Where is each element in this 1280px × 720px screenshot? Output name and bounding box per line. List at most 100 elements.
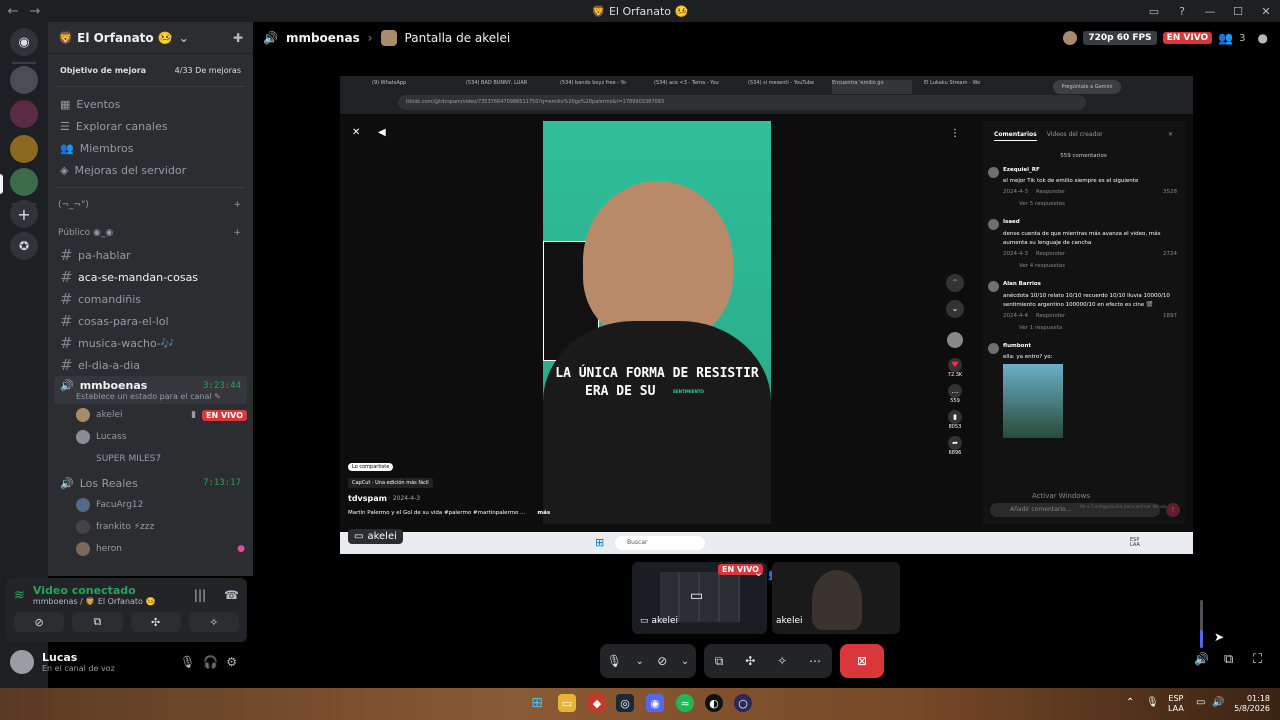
direct-messages-icon[interactable]: ◉ (10, 28, 38, 56)
clock-time[interactable]: 01:18 (1232, 694, 1270, 704)
signal-icon[interactable]: ≋ (14, 588, 25, 603)
microphone-icon[interactable]: 🎙 (180, 655, 195, 669)
search-box: Buscar (615, 536, 705, 550)
help-icon[interactable]: ? (1168, 5, 1196, 18)
activities-icon[interactable]: ✣ (745, 654, 755, 668)
server-icon[interactable] (10, 168, 38, 196)
channel-pa-hablar[interactable]: # pa-hablar (48, 244, 253, 266)
share-screen-icon[interactable]: ⧉ (715, 654, 724, 669)
tab-creator-videos: Videos del creador (1046, 131, 1103, 138)
camera-off-icon[interactable]: ⊘ (657, 654, 667, 668)
speaker-icon: 🔊 (60, 476, 74, 490)
speaker-icon[interactable]: 🔊 (1212, 697, 1224, 708)
close-icon: ✕ (1167, 131, 1173, 138)
add-channel-icon[interactable]: + (233, 200, 241, 210)
discord-icon[interactable]: ◉ (646, 694, 664, 712)
voice-user[interactable]: heron ● (48, 538, 253, 560)
participant-tile[interactable]: ▭ ▭ akelei EN VIVO (632, 562, 767, 634)
server-folder-icon[interactable] (10, 66, 38, 94)
brave-browser-icon[interactable]: ◆ (588, 694, 606, 712)
steam-icon[interactable]: ◎ (616, 694, 634, 712)
nav-events[interactable]: ▦ Eventos (48, 93, 253, 115)
spotify-icon[interactable]: ≈ (676, 694, 694, 712)
minimize-button[interactable]: — (1196, 5, 1224, 18)
channel-el-dia-a-dia[interactable]: # el-dia-a-dia (48, 354, 253, 376)
disconnect-icon[interactable]: ☎ (224, 588, 239, 602)
viewers-icon[interactable]: 👥 (1218, 31, 1233, 45)
share-screen-button[interactable]: ⧉ (72, 612, 123, 632)
boost-goal[interactable]: Objetivo de mejora 4/33 De mejoras (56, 60, 245, 80)
inbox-icon[interactable]: ▭ (1140, 5, 1168, 18)
channel-comandinis[interactable]: # comandiñis (48, 288, 253, 310)
server-icon[interactable] (10, 135, 38, 163)
browser-tab: El Lukaku Stream - Wo (924, 80, 981, 86)
add-channel-icon[interactable]: + (233, 228, 241, 238)
nav-server-boosts[interactable]: ◈ Mejoras del servidor (48, 159, 253, 181)
chevron-down-icon[interactable]: ⌄ (635, 656, 643, 667)
boost-progress: 4/33 De mejoras (174, 65, 241, 75)
category-header[interactable]: Público ◉_◉ + (48, 222, 253, 244)
soundboard-button[interactable]: ✧ (188, 612, 239, 632)
explore-icon[interactable]: ✪ (10, 232, 38, 260)
display-icon[interactable]: ▭ (1196, 697, 1205, 708)
avatar (76, 498, 90, 512)
voice-user[interactable]: SUPER MILES7 (48, 448, 253, 470)
activities-button[interactable]: ✣ (130, 612, 181, 632)
file-explorer-icon[interactable]: ▭ (558, 694, 576, 712)
chat-icon[interactable]: ● (1258, 31, 1268, 45)
voice-user[interactable]: FacuArg12 (48, 494, 253, 516)
server-folder-icon[interactable] (10, 100, 38, 128)
stop-watching-button[interactable]: ⊠ (840, 644, 884, 678)
voice-location[interactable]: mmboenas / 🦁 El Orfanato 🤒 (33, 597, 156, 606)
maximize-button[interactable]: ☐ (1224, 5, 1252, 18)
app-icon[interactable]: ○ (734, 694, 752, 712)
nav-members[interactable]: 👥 Miembros (48, 137, 253, 159)
back-arrow-icon[interactable]: ← (4, 4, 22, 19)
chevron-down-icon[interactable]: ⌄ (681, 656, 689, 667)
quality-badge[interactable]: 720p 60 FPS (1083, 31, 1157, 45)
voice-user[interactable]: Lucass (48, 426, 253, 448)
language-indicator[interactable]: ESP (1168, 694, 1184, 704)
title-bar: ← → 🦁 El Orfanato 🤒 ▭ ? — ☐ ✕ (0, 0, 1280, 22)
participant-tiles: ▭ ▭akelei EN VIVO ⌄ 👥 akelei (632, 562, 900, 634)
voice-user[interactable]: akelei ▮ EN VIVO (48, 404, 253, 426)
stage-header: 🔊 mmboenas › Pantalla de akelei 720p 60 … (263, 30, 1268, 46)
avatar (76, 452, 90, 466)
browser-tab: (534) si mesenti - YouTube (748, 80, 815, 86)
nav-browse-channels[interactable]: ☰ Explorar canales (48, 115, 253, 137)
forward-arrow-icon[interactable]: → (26, 4, 44, 19)
pop-out-icon[interactable]: ⧉ (1224, 652, 1233, 667)
channel-aca-se-mandan-cosas[interactable]: # aca-se-mandan-cosas (48, 266, 253, 288)
channel-cosas-para-el-lol[interactable]: # cosas-para-el-lol (48, 310, 253, 332)
voice-channel-los-reales[interactable]: 🔊 Los Reales 7:13:17 (48, 472, 253, 494)
toggle-camera-button[interactable]: ⊘ (14, 612, 65, 632)
collapse-icon[interactable]: ⌄ (754, 566, 763, 579)
user-panel: Lucas En el canal de voz 🎙 🎧 ⚙ (6, 646, 247, 682)
microphone-icon[interactable]: 🎙 (1146, 697, 1159, 708)
voice-channel-mmboenas[interactable]: 🔊 mmboenas 3:23:44 Establece un estado p… (54, 376, 247, 404)
fullscreen-icon[interactable]: ⛶ (1253, 652, 1262, 667)
invite-people-icon[interactable]: ✚ (233, 31, 243, 45)
voice-user[interactable]: frankito ⚡zzz (48, 516, 253, 538)
settings-gear-icon[interactable]: ⚙ (226, 655, 237, 669)
windows-start-icon[interactable]: ⊞ (528, 694, 546, 712)
add-server-icon[interactable]: + (10, 200, 38, 228)
obs-icon[interactable]: ◐ (705, 694, 723, 712)
headphones-icon[interactable]: 🎧 (203, 655, 218, 669)
server-header[interactable]: 🦁 El Orfanato 🤒 ⌄ ✚ (48, 22, 253, 54)
category-header[interactable]: (¬_¬") + (48, 194, 253, 216)
volume-icon[interactable]: 🔊 (1194, 652, 1209, 666)
channel-musica-wacho[interactable]: # musica-wacho-🎶 (48, 332, 253, 354)
volume-slider[interactable] (1200, 600, 1203, 648)
caption-line-1: LA ÚNICA FORMA DE RESISTIR (555, 366, 759, 381)
more-icon[interactable]: ⋯ (809, 654, 821, 668)
participant-tile[interactable]: akelei (772, 562, 900, 634)
noise-suppression-icon[interactable]: ||| (194, 588, 206, 602)
chevron-up-icon[interactable]: ⌃ (1126, 697, 1134, 708)
soundboard-icon[interactable]: ✧ (777, 654, 787, 668)
avatar[interactable] (10, 650, 34, 674)
microphone-icon[interactable]: 🎙 (607, 654, 622, 668)
set-channel-status[interactable]: Establece un estado para el canal ✎ (76, 392, 241, 401)
close-button[interactable]: ✕ (1252, 5, 1280, 18)
more-link: más (537, 510, 551, 516)
